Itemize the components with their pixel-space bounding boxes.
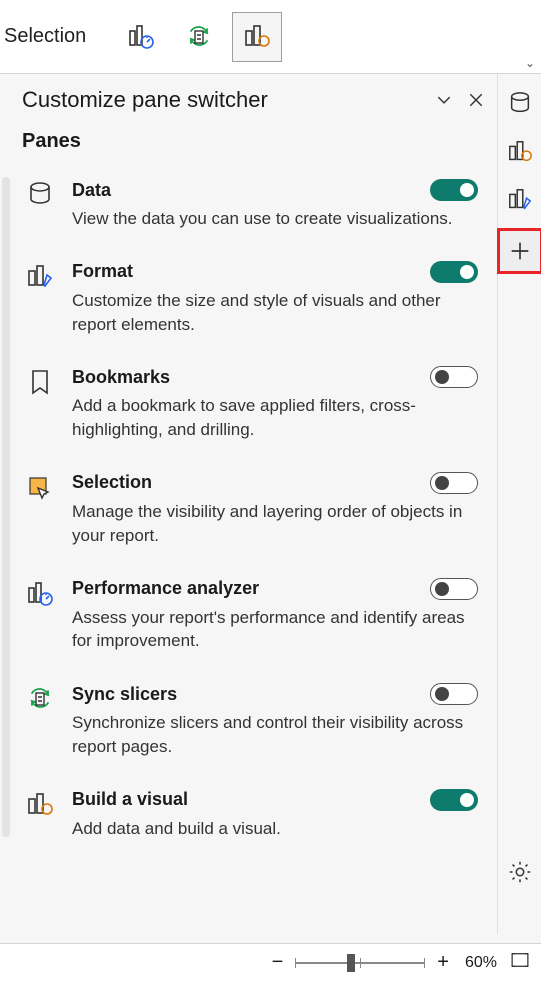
pane-title: Format bbox=[72, 261, 430, 282]
build-visual-button[interactable] bbox=[232, 12, 282, 62]
rail-settings-button[interactable] bbox=[500, 852, 540, 892]
status-bar: − + 60% bbox=[0, 943, 541, 981]
bookmark-icon bbox=[22, 368, 58, 404]
pane-item-perf: Performance analyzer Assess your report'… bbox=[22, 566, 486, 672]
sync-slicers-button[interactable] bbox=[174, 12, 224, 62]
toggle-build[interactable] bbox=[430, 789, 478, 811]
pane-desc: Customize the size and style of visuals … bbox=[72, 289, 478, 337]
perf-analyzer-button[interactable] bbox=[116, 12, 166, 62]
pane-title: Bookmarks bbox=[72, 367, 430, 388]
data-icon bbox=[22, 181, 58, 217]
toolbar-title: Selection bbox=[0, 25, 86, 48]
zoom-thumb[interactable] bbox=[347, 954, 355, 972]
rail-build-button[interactable] bbox=[500, 132, 540, 172]
toolbar-icons bbox=[116, 12, 282, 62]
build-icon bbox=[22, 791, 58, 827]
pane-title: Sync slicers bbox=[72, 684, 430, 705]
pane-item-format: Format Customize the size and style of v… bbox=[22, 249, 486, 355]
rail-add-pane-button[interactable] bbox=[497, 228, 541, 274]
close-button[interactable] bbox=[462, 86, 490, 114]
sync-icon bbox=[22, 685, 58, 721]
perf-icon bbox=[22, 580, 58, 616]
pane-title: Selection bbox=[72, 472, 430, 493]
top-toolbar: Selection ⌄ bbox=[0, 0, 541, 74]
pane-title: Build a visual bbox=[72, 789, 430, 810]
collapse-button[interactable] bbox=[430, 86, 458, 114]
pane-item-sync: Sync slicers Synchronize slicers and con… bbox=[22, 671, 486, 777]
zoom-label: 60% bbox=[465, 954, 497, 972]
pane-item-selection: Selection Manage the visibility and laye… bbox=[22, 460, 486, 566]
pane-title: Data bbox=[72, 180, 430, 201]
zoom-track[interactable] bbox=[295, 962, 425, 964]
pane-item-bookmarks: Bookmarks Add a bookmark to save applied… bbox=[22, 354, 486, 460]
panel-title: Customize pane switcher bbox=[22, 87, 426, 113]
panel-header: Customize pane switcher bbox=[14, 80, 494, 118]
expand-chevron-icon[interactable]: ⌄ bbox=[525, 56, 535, 70]
toggle-data[interactable] bbox=[430, 179, 478, 201]
zoom-in-button[interactable]: + bbox=[433, 951, 453, 974]
rail-data-button[interactable] bbox=[500, 84, 540, 124]
pane-title: Performance analyzer bbox=[72, 578, 430, 599]
format-icon bbox=[22, 263, 58, 299]
fit-to-page-button[interactable] bbox=[509, 949, 531, 976]
pane-desc: Synchronize slicers and control their vi… bbox=[72, 711, 478, 759]
toggle-selection[interactable] bbox=[430, 472, 478, 494]
pane-switcher-rail bbox=[497, 74, 541, 934]
toggle-format[interactable] bbox=[430, 261, 478, 283]
toggle-sync[interactable] bbox=[430, 683, 478, 705]
pane-desc: Add data and build a visual. bbox=[72, 817, 478, 841]
pane-desc: View the data you can use to create visu… bbox=[72, 207, 478, 231]
customize-pane-panel: Customize pane switcher Panes Data View … bbox=[14, 80, 494, 930]
zoom-out-button[interactable]: − bbox=[268, 951, 288, 974]
pane-desc: Add a bookmark to save applied filters, … bbox=[72, 394, 478, 442]
pane-item-data: Data View the data you can use to create… bbox=[22, 167, 486, 249]
toggle-perf[interactable] bbox=[430, 578, 478, 600]
panes-subheader: Panes bbox=[14, 118, 494, 167]
scrollbar[interactable] bbox=[2, 177, 10, 837]
pane-desc: Manage the visibility and layering order… bbox=[72, 500, 478, 548]
rail-format-button[interactable] bbox=[500, 180, 540, 220]
zoom-slider[interactable]: − + bbox=[268, 951, 453, 974]
pane-list: Data View the data you can use to create… bbox=[14, 167, 494, 859]
pane-item-build: Build a visual Add data and build a visu… bbox=[22, 777, 486, 859]
pane-desc: Assess your report's performance and ide… bbox=[72, 606, 478, 654]
selection-icon bbox=[22, 474, 58, 510]
toggle-bookmarks[interactable] bbox=[430, 366, 478, 388]
